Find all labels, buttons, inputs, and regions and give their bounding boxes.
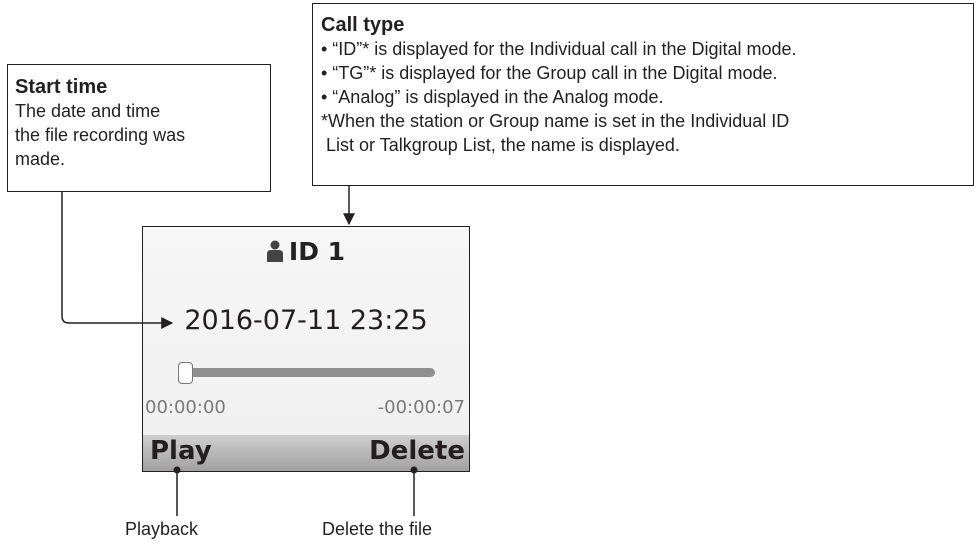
delete-leader-dot <box>410 466 418 474</box>
delete-caption: Delete the file <box>322 519 433 539</box>
leader-lines <box>61 186 418 516</box>
start-time-leader <box>61 192 174 329</box>
play-leader-dot <box>173 466 181 474</box>
playback-caption: Playback <box>125 519 199 539</box>
